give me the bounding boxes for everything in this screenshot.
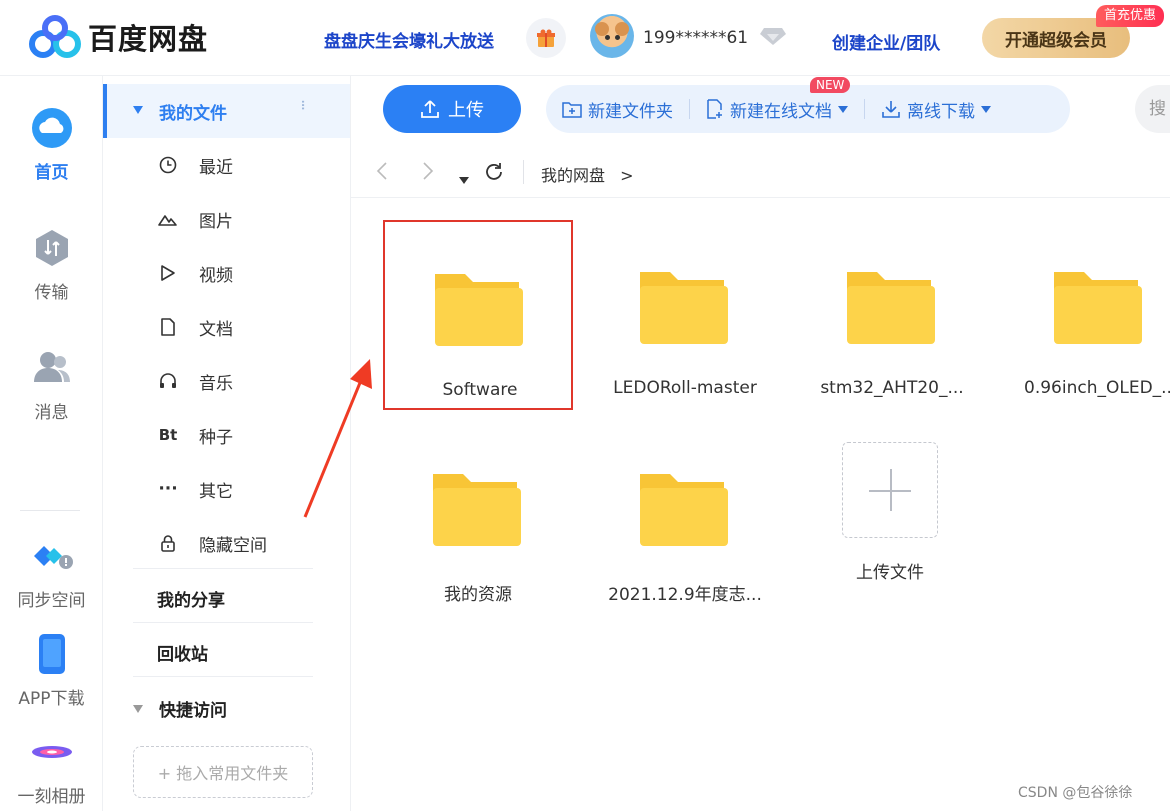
back-arrow-icon[interactable] — [375, 160, 389, 187]
annotation-arrow-icon — [303, 359, 372, 518]
nav-my-files[interactable]: 我的文件 ··· — [103, 84, 350, 138]
folder-tile[interactable]: LEDORoll-master — [590, 220, 780, 410]
album-icon — [31, 746, 72, 758]
document-icon — [157, 318, 179, 336]
vip-promo-badge: 首充优惠 — [1096, 5, 1165, 27]
dropdown-caret-icon[interactable] — [981, 105, 991, 113]
folder-icon — [847, 272, 935, 344]
nav-item-recent[interactable]: 最近 — [157, 150, 233, 180]
nav-item-music[interactable]: 音乐 — [157, 366, 233, 396]
play-icon — [157, 264, 179, 282]
clock-icon — [157, 156, 179, 174]
upload-file-tile[interactable] — [842, 442, 938, 538]
watermark: CSDN @包谷徐徐 — [1018, 785, 1133, 801]
nav-divider — [133, 568, 313, 569]
contacts-icon — [33, 352, 70, 382]
transfer-icon — [35, 230, 68, 266]
new-folder-button[interactable]: 新建文件夹 — [546, 85, 689, 133]
nav-item-images[interactable]: 图片 — [157, 204, 233, 234]
toolbar: 上传 新建文件夹 新建在线文档 NEW 离线下载 搜 — [351, 76, 1170, 146]
rail-item-home[interactable]: 首页 — [0, 106, 103, 183]
rail-item-sync[interactable]: 同步空间 — [0, 534, 103, 611]
new-folder-icon — [562, 102, 582, 118]
nav-quick-access[interactable]: 快捷访问 — [133, 696, 227, 721]
nav-divider — [133, 622, 313, 623]
nav-item-hidden-space[interactable]: 隐藏空间 — [157, 528, 267, 558]
create-enterprise-link[interactable]: 创建企业/团队 — [832, 29, 940, 54]
nav-item-videos[interactable]: 视频 — [157, 258, 233, 288]
collapse-triangle-icon[interactable] — [133, 106, 143, 114]
upload-button[interactable]: 上传 — [383, 85, 521, 133]
new-online-doc-button[interactable]: 新建在线文档 NEW — [690, 77, 864, 133]
breadcrumb-divider — [523, 160, 524, 184]
folder-icon — [640, 272, 728, 344]
breadcrumb-separator: > — [620, 166, 634, 185]
quick-access-drop-zone[interactable]: + 拖入常用文件夹 — [133, 746, 313, 798]
file-name: 0.96inch_OLED_... — [1024, 378, 1170, 398]
file-name: 2021.12.9年度志... — [608, 585, 762, 605]
bt-icon: Bt — [158, 426, 178, 444]
more-options-icon[interactable]: ··· — [292, 99, 312, 109]
folder-tile[interactable]: 我的资源 — [383, 422, 573, 612]
folder-icon — [435, 274, 523, 346]
app-name: 百度网盘 — [88, 22, 209, 56]
action-group: 新建文件夹 新建在线文档 NEW 离线下载 — [546, 77, 1070, 133]
breadcrumb-bar: 我的网盘 > — [351, 146, 1170, 198]
search-input[interactable]: 搜 — [1135, 85, 1170, 133]
phone-icon — [38, 634, 65, 674]
folder-tile[interactable]: 0.96inch_OLED_... — [1004, 220, 1170, 410]
folder-tile[interactable]: stm32_AHT20_... — [797, 220, 987, 410]
file-name: LEDORoll-master — [613, 378, 757, 398]
new-doc-icon — [707, 99, 722, 119]
rail-divider — [20, 510, 80, 511]
rail-item-album[interactable]: 一刻相册 — [0, 730, 103, 807]
nav-divider — [133, 676, 313, 677]
refresh-icon[interactable] — [483, 161, 505, 188]
app-logo[interactable]: 百度网盘 — [28, 14, 208, 60]
lock-icon — [157, 534, 179, 552]
download-icon — [882, 101, 900, 118]
file-name: Software — [442, 380, 518, 400]
forward-arrow-icon[interactable] — [421, 160, 435, 187]
image-icon — [157, 210, 179, 228]
file-name: 我的资源 — [444, 585, 512, 605]
headphones-icon — [157, 372, 179, 390]
history-dropdown-icon[interactable] — [459, 166, 469, 190]
nav-my-shares[interactable]: 我的分享 — [157, 586, 225, 611]
avatar[interactable] — [590, 14, 634, 58]
offline-download-button[interactable]: 离线下载 — [865, 85, 1007, 133]
top-bar: 百度网盘 盘盘庆生会壕礼大放送 199******61 创建企业/团队 开通超级… — [0, 0, 1170, 76]
folder-tile[interactable]: 2021.12.9年度志... — [590, 422, 780, 612]
folder-icon — [1054, 272, 1142, 344]
breadcrumb-root[interactable]: 我的网盘 — [541, 166, 605, 185]
folder-icon — [433, 474, 521, 546]
file-name: stm32_AHT20_... — [820, 378, 964, 398]
file-grid: Software LEDORoll-master stm32_AHT20_...… — [351, 198, 1170, 811]
upload-file-label: 上传文件 — [856, 563, 924, 583]
folder-tile[interactable]: Software — [383, 220, 573, 410]
username[interactable]: 199******61 — [643, 28, 748, 48]
upload-icon — [421, 100, 439, 118]
promo-link[interactable]: 盘盘庆生会壕礼大放送 — [324, 27, 494, 52]
dropdown-caret-icon[interactable] — [838, 105, 848, 113]
gift-button[interactable] — [526, 18, 566, 58]
sync-icon — [33, 546, 73, 569]
gift-icon — [537, 29, 555, 47]
more-icon: ··· — [158, 479, 178, 499]
collapse-triangle-icon — [133, 704, 143, 713]
nav-item-documents[interactable]: 文档 — [157, 312, 233, 342]
cloud-icon — [31, 108, 72, 148]
rail-item-messages[interactable]: 消息 — [0, 346, 103, 423]
nav-recycle-bin[interactable]: 回收站 — [157, 640, 208, 665]
left-rail: 首页 传输 消息 同步空间 APP下载 一刻相册 — [0, 76, 103, 811]
new-badge: NEW — [810, 77, 851, 93]
breadcrumb: 我的网盘 > — [541, 162, 634, 186]
baidu-netdisk-logo-icon — [29, 15, 81, 58]
rail-item-transfer[interactable]: 传输 — [0, 226, 103, 303]
diamond-icon[interactable] — [760, 26, 786, 50]
nav-item-others[interactable]: ··· 其它 — [157, 474, 233, 504]
folder-icon — [640, 474, 728, 546]
rail-item-app-download[interactable]: APP下载 — [0, 632, 103, 709]
nav-item-torrents[interactable]: Bt 种子 — [157, 420, 233, 450]
